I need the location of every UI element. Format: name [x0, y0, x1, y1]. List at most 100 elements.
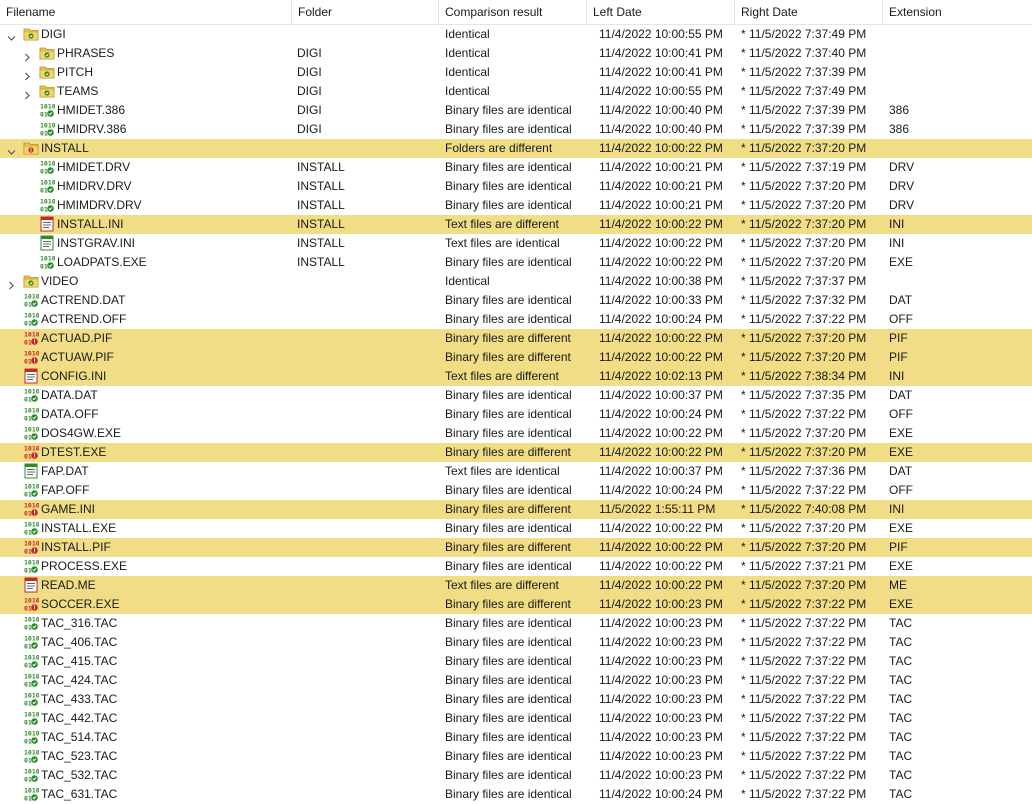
- folder-cell: [297, 785, 437, 804]
- right-date-cell: * 11/5/2022 7:37:39 PM: [741, 65, 867, 79]
- folder-row[interactable]: PITCH DIGI Identical 11/4/2022 10:00:41 PM *…: [0, 63, 1032, 82]
- folder-row[interactable]: VIDEO Identical 11/4/2022 10:00:38 PM * 11/…: [0, 272, 1032, 291]
- comparison-result-cell: Binary files are different: [445, 597, 571, 611]
- filename-cell: 1010 01 HMIDRV.DRV: [0, 177, 292, 196]
- file-row[interactable]: 1010 01 HMIDET.386 DIGI Binary files are ide…: [0, 101, 1032, 120]
- file-row[interactable]: 1010 01 PROCESS.EXE Binary files are identi…: [0, 557, 1032, 576]
- column-header: Filename Folder Comparison result Left D…: [0, 0, 1032, 25]
- chevron-down-icon[interactable]: [7, 30, 16, 41]
- file-row[interactable]: 1010 01 ACTREND.OFF Binary files are identi…: [0, 310, 1032, 329]
- svg-text:01: 01: [24, 605, 32, 613]
- file-row[interactable]: 1010 01 DOS4GW.EXE Binary files are identic…: [0, 424, 1032, 443]
- left-date-cell: 11/4/2022 10:00:33 PM: [599, 293, 723, 307]
- folder-cell: [297, 709, 437, 728]
- file-row[interactable]: 1010 01 DATA.OFF Binary files are identical…: [0, 405, 1032, 424]
- svg-text:01: 01: [24, 320, 32, 328]
- folder-row[interactable]: INSTALL Folders are different 11/4/2022 10…: [0, 139, 1032, 158]
- file-row[interactable]: 1010 01 HMIMDRV.DRV INSTALL Binary files are…: [0, 196, 1032, 215]
- filename-cell: 1010 01 DOS4GW.EXE: [0, 424, 292, 443]
- folder-row[interactable]: TEAMS DIGI Identical 11/4/2022 10:00:55 PM *…: [0, 82, 1032, 101]
- file-row[interactable]: 1010 01 ACTUAW.PIF Binary files are differe…: [0, 348, 1032, 367]
- binary-identical-icon: 1010 01: [23, 748, 40, 765]
- file-row[interactable]: 1010 01 TAC_523.TAC Binary files are identi…: [0, 747, 1032, 766]
- left-date-cell: 11/4/2022 10:00:23 PM: [599, 768, 723, 782]
- file-row[interactable]: 1010 01 LOADPATS.EXE INSTALL Binary files ar…: [0, 253, 1032, 272]
- file-row[interactable]: 1010 01 ACTREND.DAT Binary files are identi…: [0, 291, 1032, 310]
- column-header-left-date[interactable]: Left Date: [587, 0, 735, 24]
- file-row[interactable]: 1010 01 TAC_424.TAC Binary files are identi…: [0, 671, 1032, 690]
- file-row[interactable]: 1010 01 GAME.INI Binary files are different…: [0, 500, 1032, 519]
- file-row[interactable]: 1010 01 HMIDRV.DRV INSTALL Binary files are …: [0, 177, 1032, 196]
- svg-text:1010: 1010: [24, 540, 39, 548]
- filename-text: ACTUAW.PIF: [41, 350, 114, 364]
- binary-different-icon: 1010 01: [23, 539, 40, 556]
- folder-cell: INSTALL: [297, 255, 345, 269]
- column-header-filename[interactable]: Filename: [0, 0, 292, 24]
- chevron-right-icon[interactable]: [23, 49, 32, 62]
- file-row[interactable]: 1010 01 FAP.OFF Binary files are identical 1…: [0, 481, 1032, 500]
- left-date-cell: 11/4/2022 10:00:55 PM: [599, 27, 723, 41]
- file-row[interactable]: 1010 01 TAC_514.TAC Binary files are identi…: [0, 728, 1032, 747]
- extension-cell: TAC: [889, 673, 913, 687]
- filename-text: TAC_406.TAC: [41, 635, 118, 649]
- folder-cell: [297, 576, 437, 595]
- column-header-comparison-result[interactable]: Comparison result: [439, 0, 587, 24]
- column-header-right-date[interactable]: Right Date: [735, 0, 883, 24]
- file-row[interactable]: 1010 01 TAC_433.TAC Binary files are identi…: [0, 690, 1032, 709]
- column-header-extension[interactable]: Extension: [883, 0, 1032, 24]
- filename-cell: PITCH: [0, 63, 292, 82]
- file-row[interactable]: READ.ME Text files are different 11/4/2022…: [0, 576, 1032, 595]
- chevron-right-icon[interactable]: [23, 87, 32, 100]
- filename-cell: INSTALL: [0, 139, 292, 158]
- file-row[interactable]: CONFIG.INI Text files are different 11/4/2…: [0, 367, 1032, 386]
- folder-cell: [297, 367, 437, 386]
- comparison-result-cell: Identical: [445, 46, 490, 60]
- file-row[interactable]: 1010 01 INSTALL.EXE Binary files are identi…: [0, 519, 1032, 538]
- extension-cell: TAC: [889, 654, 913, 668]
- extension-cell: EXE: [889, 255, 914, 269]
- svg-text:1010: 1010: [24, 559, 39, 567]
- folder-cell: INSTALL: [297, 179, 345, 193]
- svg-text:01: 01: [40, 187, 48, 195]
- svg-text:1010: 1010: [24, 673, 39, 681]
- folder-cell: [297, 690, 437, 709]
- file-row[interactable]: 1010 01 ACTUAD.PIF Binary files are differe…: [0, 329, 1032, 348]
- folder-cell: [297, 595, 437, 614]
- comparison-result-cell: Binary files are identical: [445, 787, 572, 801]
- filename-text: ACTUAD.PIF: [41, 331, 113, 345]
- file-row[interactable]: 1010 01 TAC_442.TAC Binary files are identi…: [0, 709, 1032, 728]
- file-row[interactable]: 1010 01 INSTALL.PIF Binary files are differ…: [0, 538, 1032, 557]
- file-row[interactable]: 1010 01 TAC_631.TAC Binary files are identi…: [0, 785, 1032, 804]
- file-row[interactable]: INSTALL.INI INSTALL Text files are differe…: [0, 215, 1032, 234]
- file-row[interactable]: 1010 01 HMIDRV.386 DIGI Binary files are ide…: [0, 120, 1032, 139]
- binary-identical-icon: 1010 01: [23, 634, 40, 651]
- file-row[interactable]: 1010 01 TAC_406.TAC Binary files are identi…: [0, 633, 1032, 652]
- folder-row[interactable]: PHRASES DIGI Identical 11/4/2022 10:00:41 P…: [0, 44, 1032, 63]
- file-row[interactable]: 1010 01 TAC_415.TAC Binary files are identi…: [0, 652, 1032, 671]
- svg-text:1010: 1010: [40, 160, 55, 168]
- file-row[interactable]: 1010 01 DATA.DAT Binary files are identical…: [0, 386, 1032, 405]
- chevron-right-icon[interactable]: [7, 277, 16, 290]
- filename-cell: 1010 01 DATA.OFF: [0, 405, 292, 424]
- file-row[interactable]: INSTGRAV.INI INSTALL Text files are identi…: [0, 234, 1032, 253]
- chevron-right-icon[interactable]: [23, 68, 32, 81]
- file-row[interactable]: 1010 01 TAC_532.TAC Binary files are identi…: [0, 766, 1032, 785]
- extension-cell: 386: [889, 103, 910, 117]
- folder-row[interactable]: DIGI Identical 11/4/2022 10:00:55 PM * 11/5…: [0, 25, 1032, 44]
- folder-cell: [297, 139, 437, 158]
- file-row[interactable]: 1010 01 TAC_316.TAC Binary files are identi…: [0, 614, 1032, 633]
- column-header-folder[interactable]: Folder: [292, 0, 439, 24]
- file-row[interactable]: 1010 01 DTEST.EXE Binary files are differen…: [0, 443, 1032, 462]
- folder-cell: [297, 310, 437, 329]
- chevron-down-icon[interactable]: [7, 144, 16, 155]
- svg-text:01: 01: [24, 415, 32, 423]
- comparison-result-cell: Binary files are identical: [445, 103, 572, 117]
- file-row[interactable]: FAP.DAT Text files are identical 11/4/2022…: [0, 462, 1032, 481]
- left-date-cell: 11/4/2022 10:00:38 PM: [599, 274, 723, 288]
- right-date-cell: * 11/5/2022 7:37:36 PM: [741, 464, 867, 478]
- filename-text: HMIDRV.DRV: [57, 179, 132, 193]
- left-date-cell: 11/4/2022 10:00:22 PM: [599, 559, 723, 573]
- file-row[interactable]: 1010 01 SOCCER.EXE Binary files are differe…: [0, 595, 1032, 614]
- file-row[interactable]: 1010 01 HMIDET.DRV INSTALL Binary files are …: [0, 158, 1032, 177]
- filename-text: FAP.OFF: [41, 483, 90, 497]
